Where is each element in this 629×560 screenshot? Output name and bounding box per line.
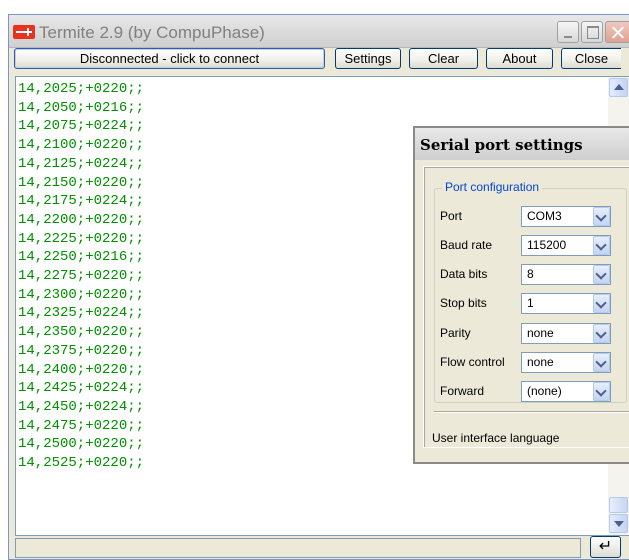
user-interface-language-label: User interface language bbox=[432, 431, 560, 445]
chevron-down-icon[interactable] bbox=[593, 294, 610, 313]
chevron-down-icon[interactable] bbox=[593, 236, 610, 255]
port-configuration-label: Port configuration bbox=[442, 180, 543, 194]
forward-value: (none) bbox=[527, 384, 562, 398]
terminal-line: 14,2400;+0220;; bbox=[18, 361, 145, 378]
port-label: Port bbox=[440, 209, 463, 223]
terminal-line: 14,2525;+0220;; bbox=[18, 455, 145, 472]
terminal-line: 14,2425;+0224;; bbox=[18, 380, 145, 397]
terminal-line: 14,2100;+0220;; bbox=[18, 137, 145, 154]
terminal-line: 14,2450;+0224;; bbox=[18, 398, 145, 415]
stop-bits-value: 1 bbox=[527, 296, 534, 310]
data-bits-value: 8 bbox=[527, 267, 534, 281]
send-button[interactable]: ↵ bbox=[590, 536, 621, 558]
terminal-line: 14,2500;+0220;; bbox=[18, 436, 145, 453]
parity-select[interactable]: none bbox=[521, 323, 611, 344]
dialog-title-bar[interactable]: Serial port settings bbox=[415, 128, 629, 160]
serial-port-settings-dialog: Serial port settings Port configuration … bbox=[413, 126, 629, 464]
title-bar[interactable]: Termite 2.9 (by CompuPhase) bbox=[9, 15, 629, 48]
chevron-down-icon bbox=[614, 521, 624, 527]
stop-bits-select[interactable]: 1 bbox=[521, 293, 611, 314]
forward-select[interactable]: (none) bbox=[521, 381, 611, 402]
terminal-line: 14,2225;+0220;; bbox=[18, 230, 145, 247]
terminal-line: 14,2200;+0220;; bbox=[18, 211, 145, 228]
chevron-down-icon[interactable] bbox=[593, 382, 610, 401]
terminal-line: 14,2050;+0216;; bbox=[18, 99, 145, 116]
minimize-button[interactable] bbox=[557, 21, 579, 43]
data-bits-label: Data bits bbox=[440, 267, 488, 281]
flow-control-value: none bbox=[527, 355, 554, 369]
terminal-line: 14,2025;+0220;; bbox=[18, 81, 145, 97]
forward-label: Forward bbox=[440, 384, 485, 398]
connect-button[interactable]: Disconnected - click to connect bbox=[14, 48, 325, 69]
terminal-line: 14,2350;+0220;; bbox=[18, 324, 145, 341]
close-button[interactable]: Close bbox=[561, 48, 621, 69]
terminal-lines: 14,2025;+0220;; 14,2050;+0216;; 14,2075;… bbox=[18, 80, 144, 473]
about-button[interactable]: About bbox=[486, 48, 553, 69]
flow-control-select[interactable]: none bbox=[521, 352, 611, 373]
chevron-down-icon[interactable] bbox=[593, 265, 610, 284]
scroll-down-button[interactable] bbox=[609, 514, 628, 533]
terminal-line: 14,2250;+0216;; bbox=[18, 249, 145, 266]
clear-button[interactable]: Clear bbox=[409, 48, 478, 69]
termite-app-icon bbox=[13, 25, 35, 39]
terminal-line: 14,2175;+0224;; bbox=[18, 193, 145, 210]
terminal-line: 14,2475;+0220;; bbox=[18, 417, 145, 434]
chevron-down-icon[interactable] bbox=[593, 207, 610, 226]
scrollbar-thumb[interactable] bbox=[609, 497, 628, 513]
terminal-line: 14,2325;+0224;; bbox=[18, 305, 145, 322]
window-title: Termite 2.9 (by CompuPhase) bbox=[39, 23, 265, 42]
chevron-down-icon[interactable] bbox=[593, 353, 610, 372]
terminal-line: 14,2125;+0224;; bbox=[18, 155, 145, 172]
port-select[interactable]: COM3 bbox=[521, 206, 611, 227]
terminal-line: 14,2275;+0220;; bbox=[18, 268, 145, 285]
enter-icon: ↵ bbox=[598, 538, 613, 555]
scroll-up-button[interactable] bbox=[609, 78, 628, 97]
chevron-up-icon bbox=[614, 84, 624, 90]
baud-rate-select[interactable]: 115200 bbox=[521, 235, 611, 256]
flow-control-label: Flow control bbox=[440, 355, 505, 369]
maximize-button[interactable] bbox=[581, 21, 603, 43]
chevron-down-icon[interactable] bbox=[593, 324, 610, 343]
dialog-title: Serial port settings bbox=[420, 136, 583, 154]
window-close-button[interactable] bbox=[605, 21, 629, 43]
parity-value: none bbox=[527, 326, 554, 340]
terminal-line: 14,2375;+0220;; bbox=[18, 342, 145, 359]
terminal-line: 14,2150;+0220;; bbox=[18, 174, 145, 191]
divider bbox=[434, 411, 629, 413]
data-bits-select[interactable]: 8 bbox=[521, 264, 611, 285]
terminal-line: 14,2300;+0220;; bbox=[18, 286, 145, 303]
baud-rate-label: Baud rate bbox=[440, 238, 493, 252]
port-value: COM3 bbox=[527, 209, 562, 223]
send-input[interactable] bbox=[15, 538, 581, 558]
terminal-line: 14,2075;+0224;; bbox=[18, 118, 145, 135]
parity-label: Parity bbox=[440, 326, 471, 340]
baud-rate-value: 115200 bbox=[527, 238, 567, 252]
stop-bits-label: Stop bits bbox=[440, 296, 487, 310]
settings-button[interactable]: Settings bbox=[335, 48, 401, 69]
